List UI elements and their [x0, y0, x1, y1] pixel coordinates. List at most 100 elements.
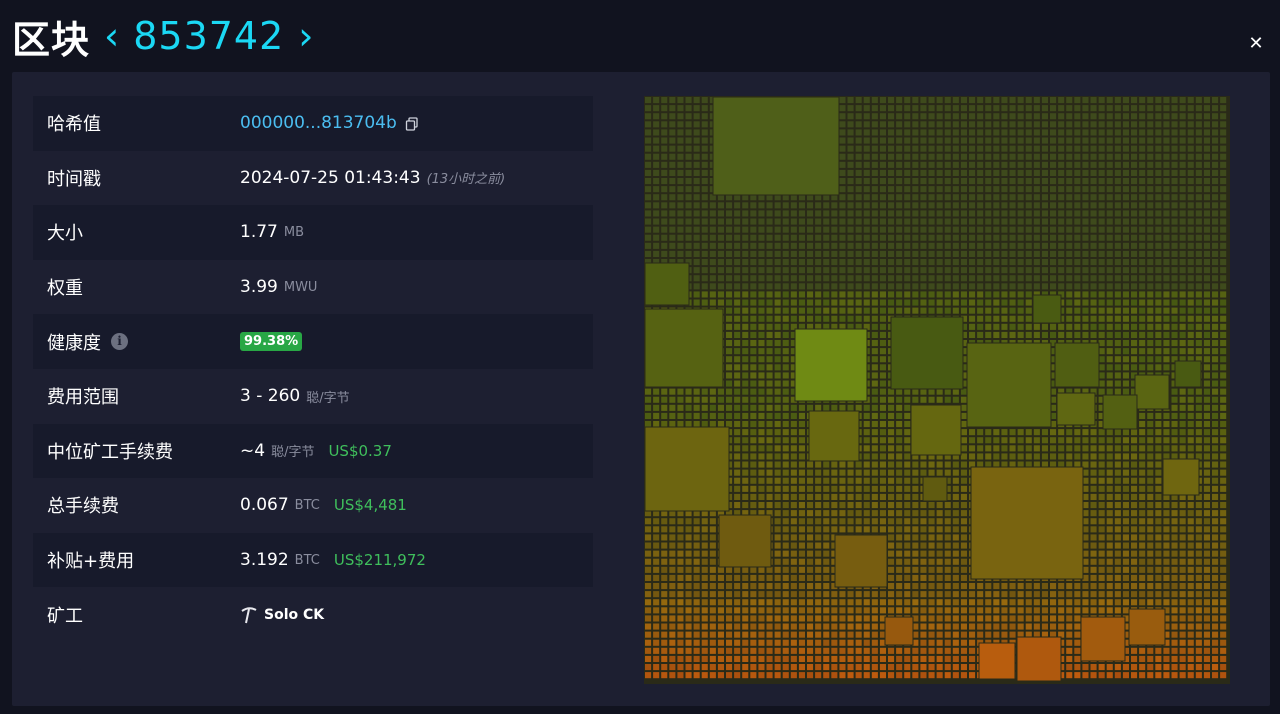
transaction-cell[interactable] [863, 315, 870, 322]
transaction-cell[interactable] [888, 307, 895, 314]
transaction-cell[interactable] [1220, 121, 1227, 128]
transaction-cell[interactable] [1090, 558, 1097, 565]
transaction-cell[interactable] [693, 259, 700, 266]
transaction-cell[interactable] [782, 526, 789, 533]
transaction-cell[interactable] [944, 599, 951, 606]
transaction-cell[interactable] [1203, 429, 1210, 436]
transaction-cell[interactable] [798, 421, 805, 428]
transaction-cell[interactable] [936, 121, 943, 128]
transaction-cell[interactable] [969, 202, 976, 209]
transaction-cell[interactable] [1147, 210, 1154, 217]
transaction-cell[interactable] [677, 153, 684, 160]
transaction-cell[interactable] [766, 242, 773, 249]
transaction-cell[interactable] [1098, 558, 1105, 565]
transaction-cell[interactable] [750, 226, 757, 233]
transaction-cell[interactable] [726, 615, 733, 622]
transaction-cell[interactable] [960, 437, 967, 444]
transaction-cell[interactable] [1212, 542, 1219, 549]
transaction-cell[interactable] [1131, 437, 1138, 444]
transaction-cell[interactable] [977, 250, 984, 257]
transaction-cell[interactable] [920, 615, 927, 622]
transaction-cell[interactable] [1114, 315, 1121, 322]
transaction-cell[interactable] [1041, 129, 1048, 136]
transaction-cell[interactable] [758, 429, 765, 436]
transaction-cell[interactable] [896, 105, 903, 112]
transaction-cell[interactable] [1017, 299, 1024, 306]
transaction-cell[interactable] [1098, 453, 1105, 460]
transaction-cell[interactable] [701, 169, 708, 176]
transaction-cell[interactable] [1212, 356, 1219, 363]
transaction-cell[interactable] [1050, 210, 1057, 217]
transaction-cell[interactable] [1058, 161, 1065, 168]
transaction-cell[interactable] [1041, 186, 1048, 193]
transaction-cell[interactable] [977, 178, 984, 185]
transaction-cell[interactable] [815, 315, 822, 322]
transaction-cell[interactable] [693, 226, 700, 233]
transaction-cell[interactable] [669, 178, 676, 185]
transaction-cell[interactable] [677, 526, 684, 533]
transaction-cell[interactable] [1050, 259, 1057, 266]
transaction-cell[interactable] [1187, 299, 1194, 306]
transaction-cell[interactable] [936, 129, 943, 136]
transaction-cell[interactable] [1122, 194, 1129, 201]
transaction-cell[interactable] [944, 550, 951, 557]
transaction-cell[interactable] [993, 607, 1000, 614]
transaction-cell[interactable] [1220, 194, 1227, 201]
transaction-cell[interactable] [701, 97, 708, 104]
transaction-cell[interactable] [839, 623, 846, 630]
transaction-cell[interactable] [742, 493, 749, 500]
transaction-cell[interactable] [717, 283, 724, 290]
transaction-cell[interactable] [815, 583, 822, 590]
transaction-cell[interactable] [1179, 226, 1186, 233]
transaction-cell[interactable] [1179, 566, 1186, 573]
transaction-cell[interactable] [1203, 331, 1210, 338]
transaction-cell[interactable] [1131, 453, 1138, 460]
transaction-cell[interactable] [1203, 105, 1210, 112]
transaction-cell[interactable] [977, 210, 984, 217]
transaction-cell[interactable] [879, 493, 886, 500]
transaction-cell[interactable] [1179, 348, 1186, 355]
transaction-cell[interactable] [1179, 202, 1186, 209]
transaction-cell[interactable] [855, 469, 862, 476]
transaction-cell[interactable] [1074, 259, 1081, 266]
transaction-cell[interactable] [1212, 372, 1219, 379]
transaction-cell[interactable] [1131, 477, 1138, 484]
transaction-cell[interactable] [1122, 145, 1129, 152]
transaction-cell[interactable] [1114, 429, 1121, 436]
transaction-cell[interactable] [1147, 583, 1154, 590]
transaction-cell[interactable] [1139, 558, 1146, 565]
transaction-cell[interactable] [1195, 178, 1202, 185]
transaction-cell[interactable] [1163, 574, 1170, 581]
transaction-cell[interactable] [1122, 502, 1129, 509]
transaction-cell[interactable] [782, 631, 789, 638]
transaction-cell[interactable] [1114, 323, 1121, 330]
transaction-cell[interactable] [1179, 550, 1186, 557]
transaction-cell[interactable] [1212, 299, 1219, 306]
transaction-cell[interactable] [774, 356, 781, 363]
transaction-cell[interactable] [1114, 169, 1121, 176]
transaction-cell[interactable] [1203, 153, 1210, 160]
transaction-cell[interactable] [823, 485, 830, 492]
transaction-cell[interactable] [1114, 283, 1121, 290]
transaction-cell[interactable] [1187, 307, 1194, 314]
transaction-cell[interactable] [912, 291, 919, 298]
transaction-cell[interactable] [1220, 348, 1227, 355]
transaction-cell[interactable] [1074, 437, 1081, 444]
transaction-cell[interactable] [1203, 226, 1210, 233]
transaction-cell[interactable] [677, 574, 684, 581]
transaction-cell[interactable] [928, 469, 935, 476]
transaction-cell[interactable] [1041, 218, 1048, 225]
transaction-cell[interactable] [726, 275, 733, 282]
transaction-cell[interactable] [888, 202, 895, 209]
transaction-cell[interactable] [1220, 267, 1227, 274]
transaction-cell[interactable] [782, 299, 789, 306]
transaction-cell[interactable] [871, 469, 878, 476]
transaction-cell[interactable] [734, 615, 741, 622]
transaction-cell[interactable] [815, 283, 822, 290]
transaction-cell[interactable] [750, 364, 757, 371]
transaction-cell[interactable] [1171, 607, 1178, 614]
transaction-cell[interactable] [1017, 607, 1024, 614]
transaction-cell[interactable] [904, 453, 911, 460]
transaction-cell[interactable] [1017, 259, 1024, 266]
transaction-cell[interactable] [944, 647, 951, 654]
